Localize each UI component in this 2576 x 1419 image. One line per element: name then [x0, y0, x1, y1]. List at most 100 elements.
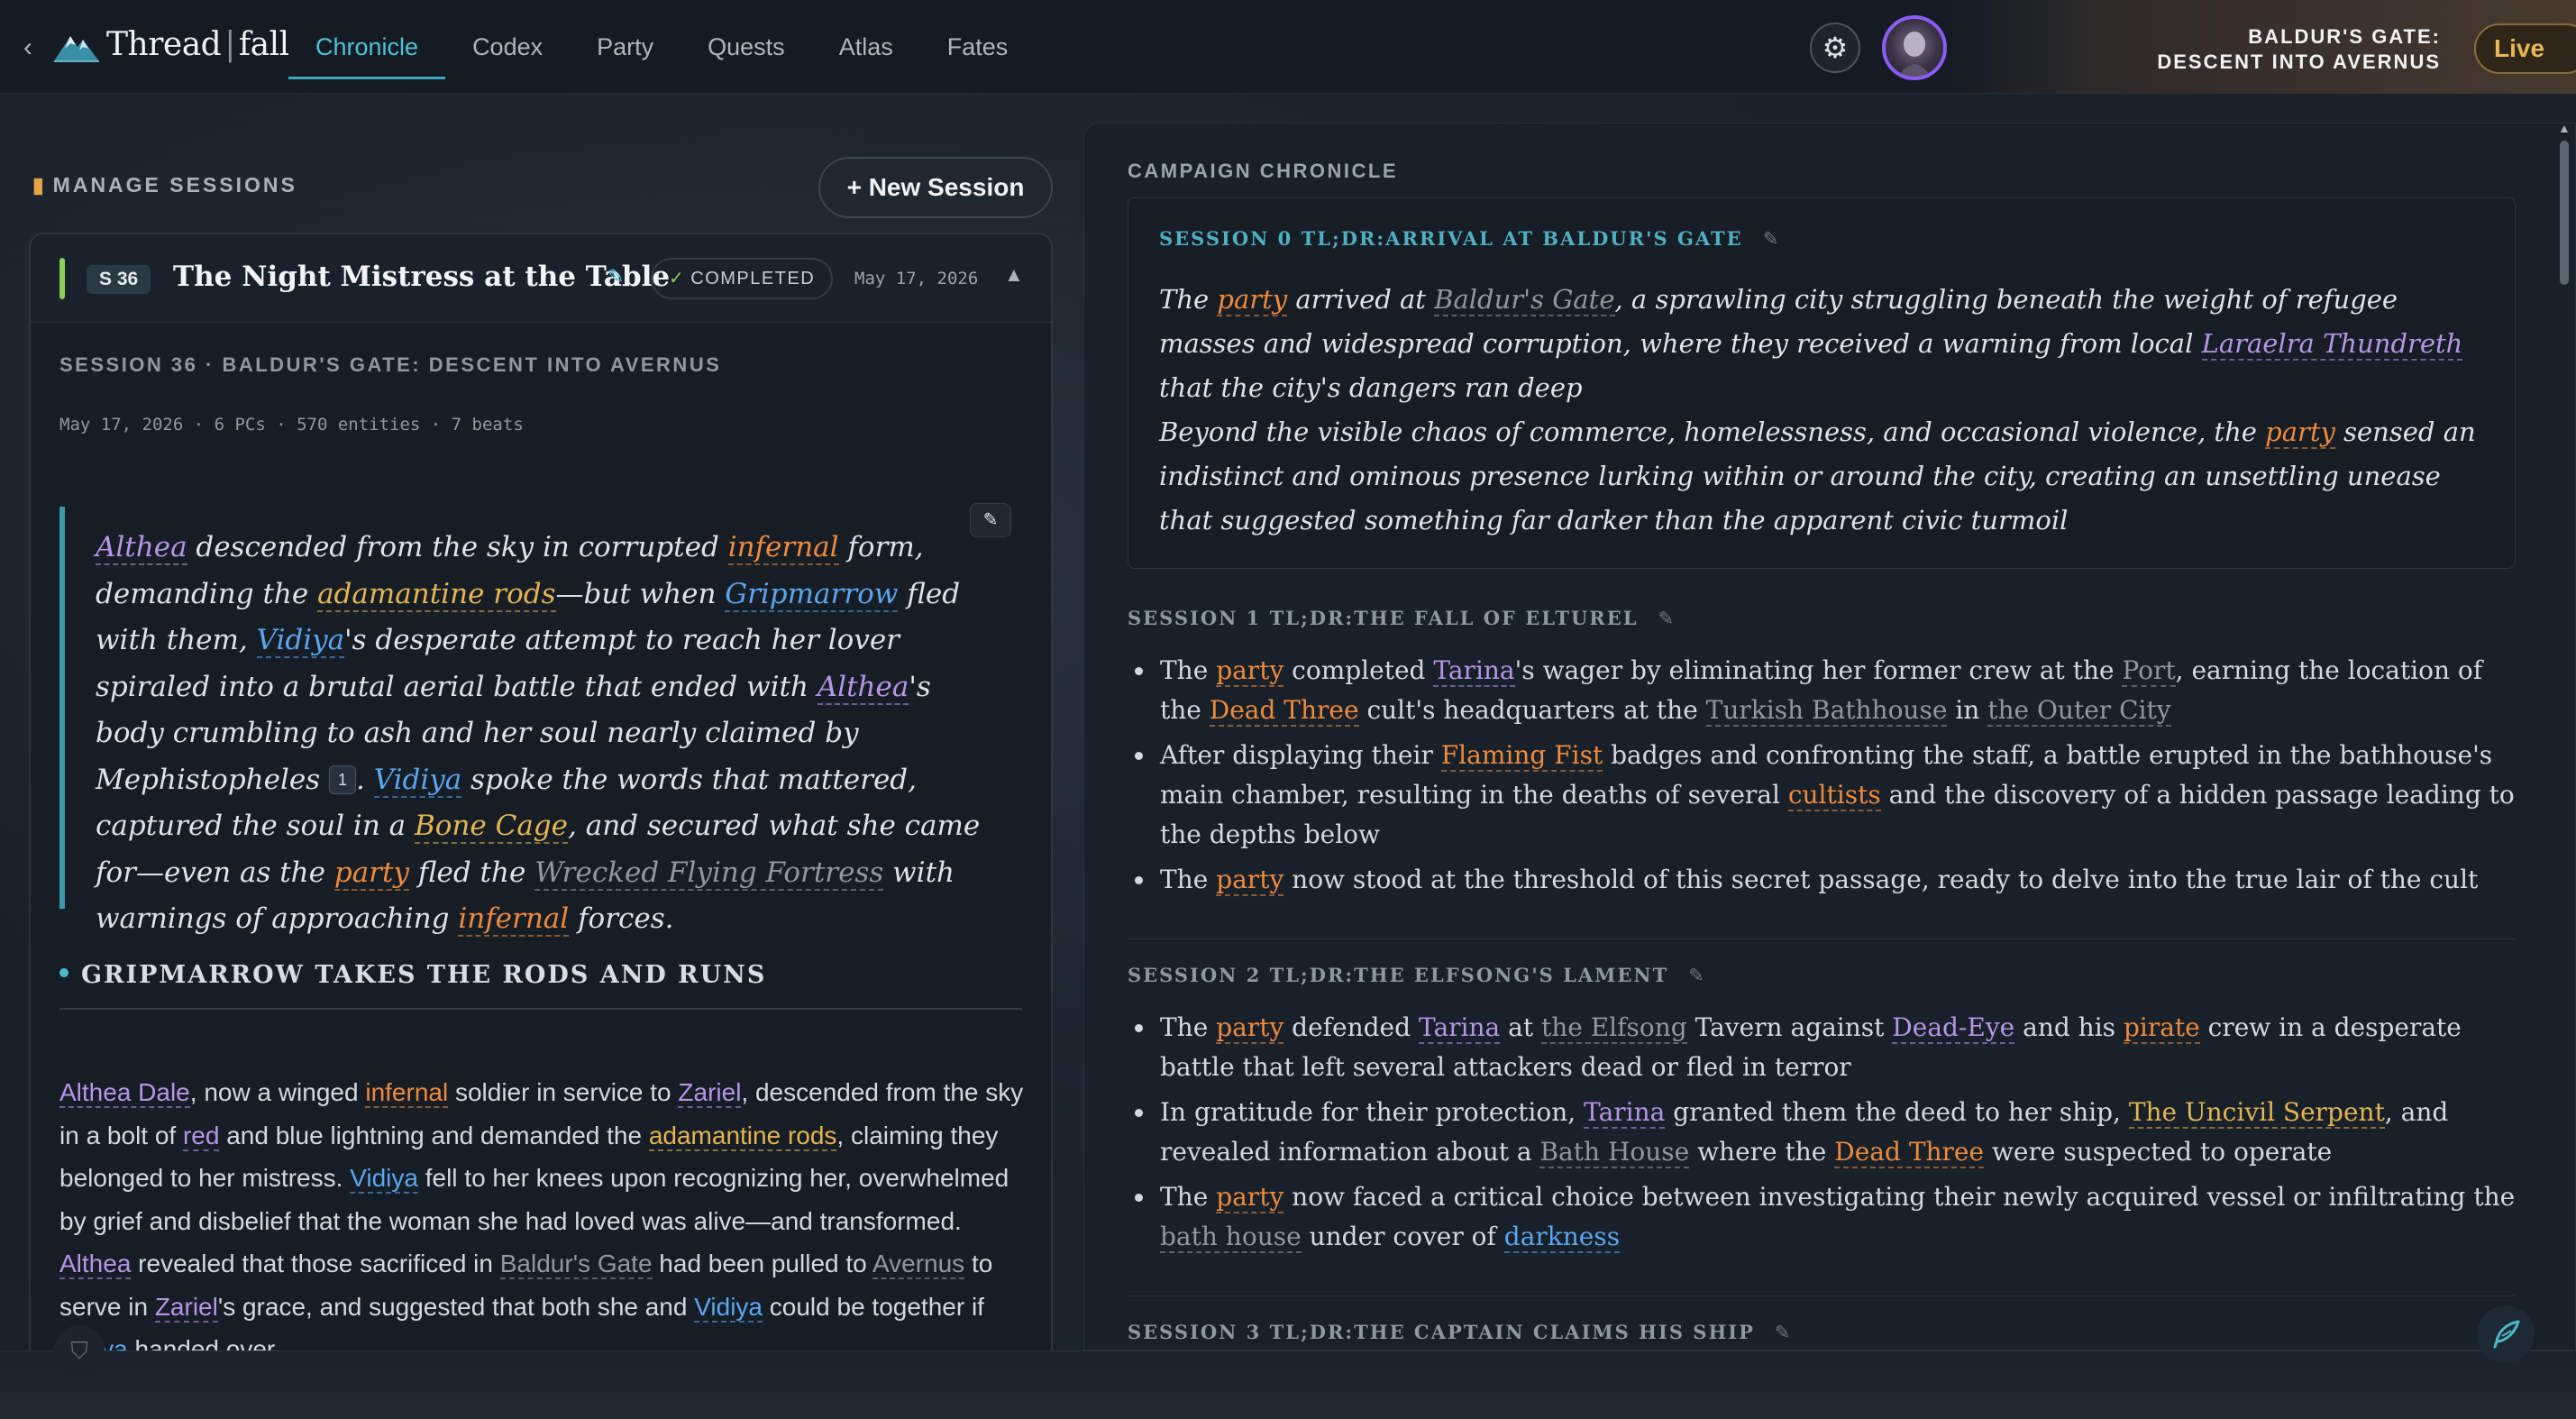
- entity-link[interactable]: party: [333, 856, 409, 891]
- chevron-left-icon[interactable]: ‹: [23, 32, 32, 63]
- entity-link[interactable]: party: [1216, 655, 1284, 687]
- quill-button[interactable]: [2477, 1305, 2535, 1363]
- entity-link[interactable]: adamantine rods: [648, 1121, 837, 1151]
- entity-link[interactable]: Turkish Bathhouse: [1705, 695, 1948, 727]
- session-3-heading: SESSION 3 TL;DR:THE CAPTAIN CLAIMS HIS S…: [1128, 1321, 2516, 1343]
- collapse-triangle-icon[interactable]: ▲: [1004, 263, 1024, 287]
- entity-link[interactable]: Bath House: [1539, 1137, 1690, 1168]
- divider: [1128, 938, 2516, 939]
- entity-link[interactable]: Zariel: [154, 1292, 218, 1323]
- tab-quests[interactable]: Quests: [681, 0, 812, 94]
- scroll-up-arrow-icon[interactable]: ▲: [2558, 121, 2571, 135]
- entity-link[interactable]: the Elfsong: [1540, 1012, 1687, 1044]
- session-status-accent: [59, 258, 65, 299]
- tab-fates[interactable]: Fates: [920, 0, 1036, 94]
- app-brand[interactable]: Thread | fall: [106, 26, 289, 63]
- entity-link[interactable]: Dead Three: [1209, 695, 1359, 727]
- edit-pencil-icon[interactable]: ✎: [607, 265, 624, 288]
- session-card: S 36 The Night Mistress at the Table ✎ ✓…: [29, 233, 1053, 1419]
- entity-link[interactable]: party: [1217, 284, 1288, 316]
- entity-link[interactable]: Gripmarrow: [725, 577, 899, 612]
- entity-link[interactable]: Vidiya: [373, 763, 462, 798]
- brand-word-right: fall: [238, 26, 289, 63]
- session-card-header[interactable]: S 36 The Night Mistress at the Table ✎ ✓…: [31, 234, 1051, 323]
- entity-link[interactable]: Baldur's Gate: [499, 1250, 653, 1279]
- beat-bullet: [59, 968, 69, 977]
- edit-pencil-icon[interactable]: ✎: [1775, 1322, 1793, 1343]
- entity-link[interactable]: Althea Dale: [59, 1078, 190, 1108]
- edit-pencil-icon[interactable]: ✎: [1763, 228, 1781, 250]
- entity-link[interactable]: darkness: [1503, 1222, 1621, 1253]
- entity-link[interactable]: Tarina: [1584, 1097, 1666, 1129]
- entity-link[interactable]: the Outer City: [1987, 695, 2171, 727]
- chronicle-label: CAMPAIGN CHRONICLE: [1128, 160, 1399, 182]
- entity-link[interactable]: Althea: [96, 531, 187, 565]
- top-nav: ‹ Thread | fall Chronicle Codex Party Ques…: [0, 0, 2576, 94]
- entity-link[interactable]: The Uncivil Serpent: [2128, 1097, 2385, 1129]
- session-1-tag: SESSION 1 TL;DR:THE FALL OF ELTUREL: [1128, 607, 1639, 629]
- entity-link[interactable]: Dead-Eye: [1892, 1012, 2015, 1044]
- campaign-title-line1: BALDUR'S GATE:: [2248, 25, 2441, 48]
- entity-link[interactable]: Vidiya: [256, 624, 345, 658]
- session-0-summary: The party arrived at Baldur's Gate, a sp…: [1159, 284, 2476, 536]
- session-0-tag: SESSION 0 TL;DR:ARRIVAL AT BALDUR'S GATE: [1159, 227, 1743, 250]
- brand-word-left: Thread: [106, 26, 222, 63]
- chronicle-scrollbar[interactable]: [2560, 141, 2569, 285]
- entity-link[interactable]: infernal: [458, 902, 570, 937]
- manage-sessions-label: ▮ MANAGE SESSIONS: [32, 173, 297, 197]
- entity-link[interactable]: Dead Three: [1834, 1137, 1985, 1168]
- entity-link[interactable]: red: [182, 1121, 220, 1151]
- edit-pencil-icon[interactable]: ✎: [1688, 965, 1706, 986]
- entity-link[interactable]: party: [1216, 1182, 1284, 1213]
- session-date: May 17, 2026: [854, 269, 979, 288]
- entity-link[interactable]: infernal: [727, 531, 839, 565]
- entity-link[interactable]: bath house: [1160, 1222, 1302, 1253]
- session-0-heading: SESSION 0 TL;DR:ARRIVAL AT BALDUR'S GATE…: [1159, 227, 1780, 250]
- entity-link[interactable]: adamantine rods: [317, 577, 556, 612]
- new-session-button[interactable]: + New Session: [818, 157, 1053, 218]
- entity-link[interactable]: Vidiya: [350, 1164, 418, 1194]
- beat-title: GRIPMARROW TAKES THE RODS AND RUNS: [81, 961, 767, 989]
- entity-link[interactable]: party: [1216, 1012, 1284, 1044]
- checkmark-icon: ✓: [669, 269, 686, 288]
- entity-link[interactable]: Tarina: [1433, 655, 1515, 687]
- entity-link[interactable]: Bone Cage: [414, 810, 568, 844]
- live-button[interactable]: Live: [2474, 23, 2576, 74]
- tab-party[interactable]: Party: [570, 0, 681, 94]
- edit-summary-button[interactable]: ✎: [970, 503, 1011, 537]
- settings-button[interactable]: ⚙: [1810, 23, 1860, 73]
- entity-link[interactable]: Avernus: [872, 1250, 965, 1279]
- shield-icon[interactable]: ⛉: [54, 1325, 105, 1376]
- entity-link[interactable]: party: [2265, 417, 2335, 449]
- session-title: The Night Mistress at the Table: [173, 261, 671, 293]
- session-subtitle: SESSION 36 · BALDUR'S GATE: DESCENT INTO…: [59, 353, 722, 376]
- entity-link[interactable]: Baldur's Gate: [1434, 284, 1615, 316]
- session-3-tag: SESSION 3 TL;DR:THE CAPTAIN CLAIMS HIS S…: [1128, 1321, 1755, 1343]
- entity-link[interactable]: party: [1216, 865, 1284, 896]
- brand-separator: |: [224, 26, 235, 63]
- list-item: The party defended Tarina at the Elfsong…: [1128, 1008, 2516, 1087]
- entity-link[interactable]: Flaming Fist: [1440, 740, 1603, 772]
- list-item: The party now stood at the threshold of …: [1128, 860, 2516, 900]
- entity-link[interactable]: infernal: [365, 1078, 449, 1108]
- entity-link[interactable]: Laraelra Thundreth: [2201, 328, 2463, 361]
- tab-chronicle[interactable]: Chronicle: [288, 0, 446, 94]
- entity-link[interactable]: Althea: [817, 670, 909, 705]
- tab-atlas[interactable]: Atlas: [812, 0, 920, 94]
- edit-pencil-icon[interactable]: ✎: [1658, 608, 1676, 629]
- session-2-list: The party defended Tarina at the Elfsong…: [1128, 1008, 2516, 1257]
- entity-link[interactable]: pirate: [2123, 1012, 2200, 1044]
- citation-badge[interactable]: 1: [329, 764, 357, 794]
- tab-codex[interactable]: Codex: [445, 0, 570, 94]
- entity-link[interactable]: cultists: [1787, 780, 1881, 811]
- manage-sessions-text: MANAGE SESSIONS: [52, 173, 297, 197]
- user-avatar[interactable]: [1882, 15, 1947, 80]
- entity-link[interactable]: Zariel: [678, 1078, 742, 1108]
- campaign-title[interactable]: BALDUR'S GATE: DESCENT INTO AVERNUS: [2157, 24, 2441, 75]
- entity-link[interactable]: Althea: [59, 1250, 132, 1279]
- entity-link[interactable]: Port: [2122, 655, 2176, 687]
- entity-link[interactable]: Vidiya: [694, 1292, 763, 1323]
- entity-link[interactable]: Tarina: [1418, 1012, 1501, 1044]
- campaign-chronicle-panel: CAMPAIGN CHRONICLE SESSION 0 TL;DR:ARRIV…: [1083, 123, 2576, 1350]
- entity-link[interactable]: Wrecked Flying Fortress: [534, 856, 884, 891]
